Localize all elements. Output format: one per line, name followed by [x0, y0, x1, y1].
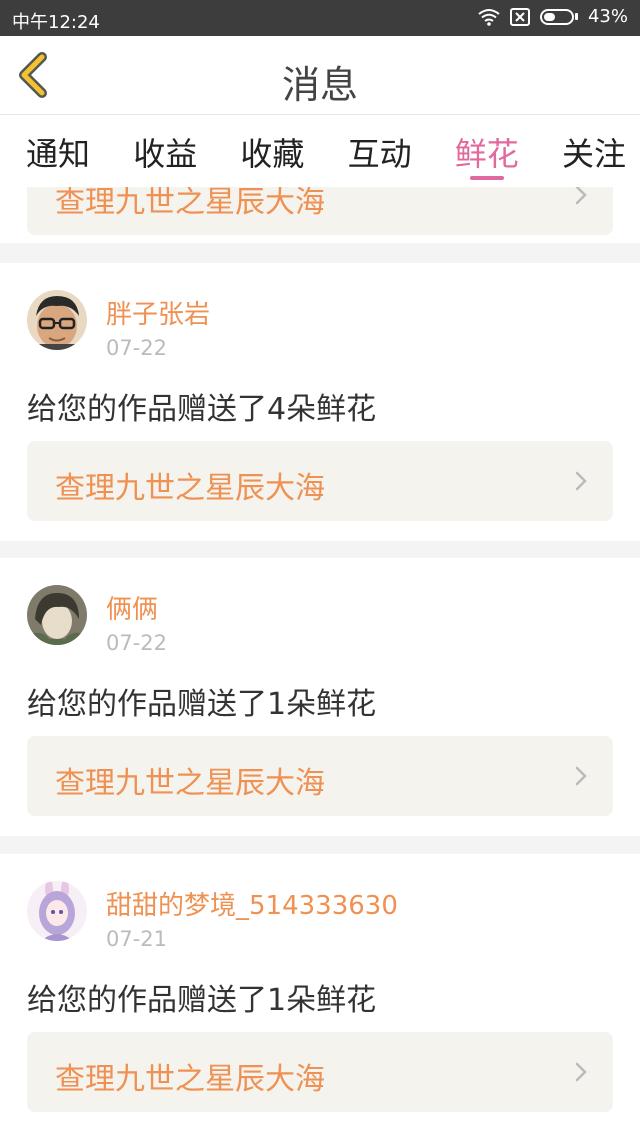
avatar-glasses-man-icon [27, 290, 87, 350]
tab-notifications[interactable]: 通知 [26, 115, 90, 187]
book-title: 查理九世之星辰大海 [55, 471, 325, 506]
tab-following[interactable]: 关注 [562, 115, 626, 187]
status-time: 中午12:24 [12, 12, 100, 33]
message-list[interactable]: 查理九世之星辰大海 胖子张岩 07-22 给您的作品赠送了4朵鲜花 查理九世之星… [0, 115, 640, 1138]
avatar[interactable] [27, 585, 87, 645]
chevron-right-icon [575, 471, 587, 491]
flower-message-card: 俩俩 07-22 给您的作品赠送了1朵鲜花 查理九世之星辰大海 [0, 558, 640, 836]
status-bar: 中午12:24 43% [0, 0, 640, 36]
avatar[interactable] [27, 290, 87, 350]
message-date: 07-21 [106, 927, 168, 951]
battery-icon [539, 8, 578, 25]
message-text: 给您的作品赠送了1朵鲜花 [27, 687, 377, 722]
page-title: 消息 [281, 63, 358, 107]
username[interactable]: 胖子张岩 [106, 294, 210, 331]
tab-bar: 通知 收益 收藏 互动 鲜花 关注 [0, 115, 640, 187]
avatar-anime-boy-icon [27, 585, 87, 645]
chevron-right-icon [575, 766, 587, 786]
status-icons: 43% [478, 6, 628, 27]
avatar-anime-girl-icon [27, 881, 87, 941]
message-text: 给您的作品赠送了1朵鲜花 [27, 983, 377, 1018]
tab-interactions[interactable]: 互动 [348, 115, 412, 187]
message-date: 07-22 [106, 631, 168, 655]
book-title: 查理九世之星辰大海 [55, 1062, 325, 1097]
active-tab-indicator [469, 176, 504, 180]
message-text: 给您的作品赠送了4朵鲜花 [27, 392, 377, 427]
flower-message-card: 甜甜的梦境_514333630 07-21 给您的作品赠送了1朵鲜花 查理九世之… [0, 854, 640, 1138]
username[interactable]: 俩俩 [106, 589, 158, 626]
sim-icon [509, 7, 530, 26]
chevron-right-icon [575, 185, 587, 205]
tab-favorites[interactable]: 收藏 [240, 115, 304, 187]
flower-message-card: 胖子张岩 07-22 给您的作品赠送了4朵鲜花 查理九世之星辰大海 [0, 263, 640, 541]
header: 消息 [0, 36, 640, 115]
battery-level [543, 12, 555, 21]
book-link[interactable]: 查理九世之星辰大海 [27, 1032, 613, 1112]
message-date: 07-22 [106, 336, 168, 360]
book-link[interactable]: 查理九世之星辰大海 [27, 736, 613, 816]
book-link[interactable]: 查理九世之星辰大海 [27, 441, 613, 521]
username[interactable]: 甜甜的梦境_514333630 [106, 885, 398, 922]
avatar[interactable] [27, 881, 87, 941]
book-title: 查理九世之星辰大海 [55, 766, 325, 801]
tab-earnings[interactable]: 收益 [133, 115, 197, 187]
battery-percent: 43% [587, 6, 628, 27]
chevron-right-icon [575, 1062, 587, 1082]
tab-flowers[interactable]: 鲜花 [455, 115, 519, 187]
wifi-icon [478, 8, 500, 26]
